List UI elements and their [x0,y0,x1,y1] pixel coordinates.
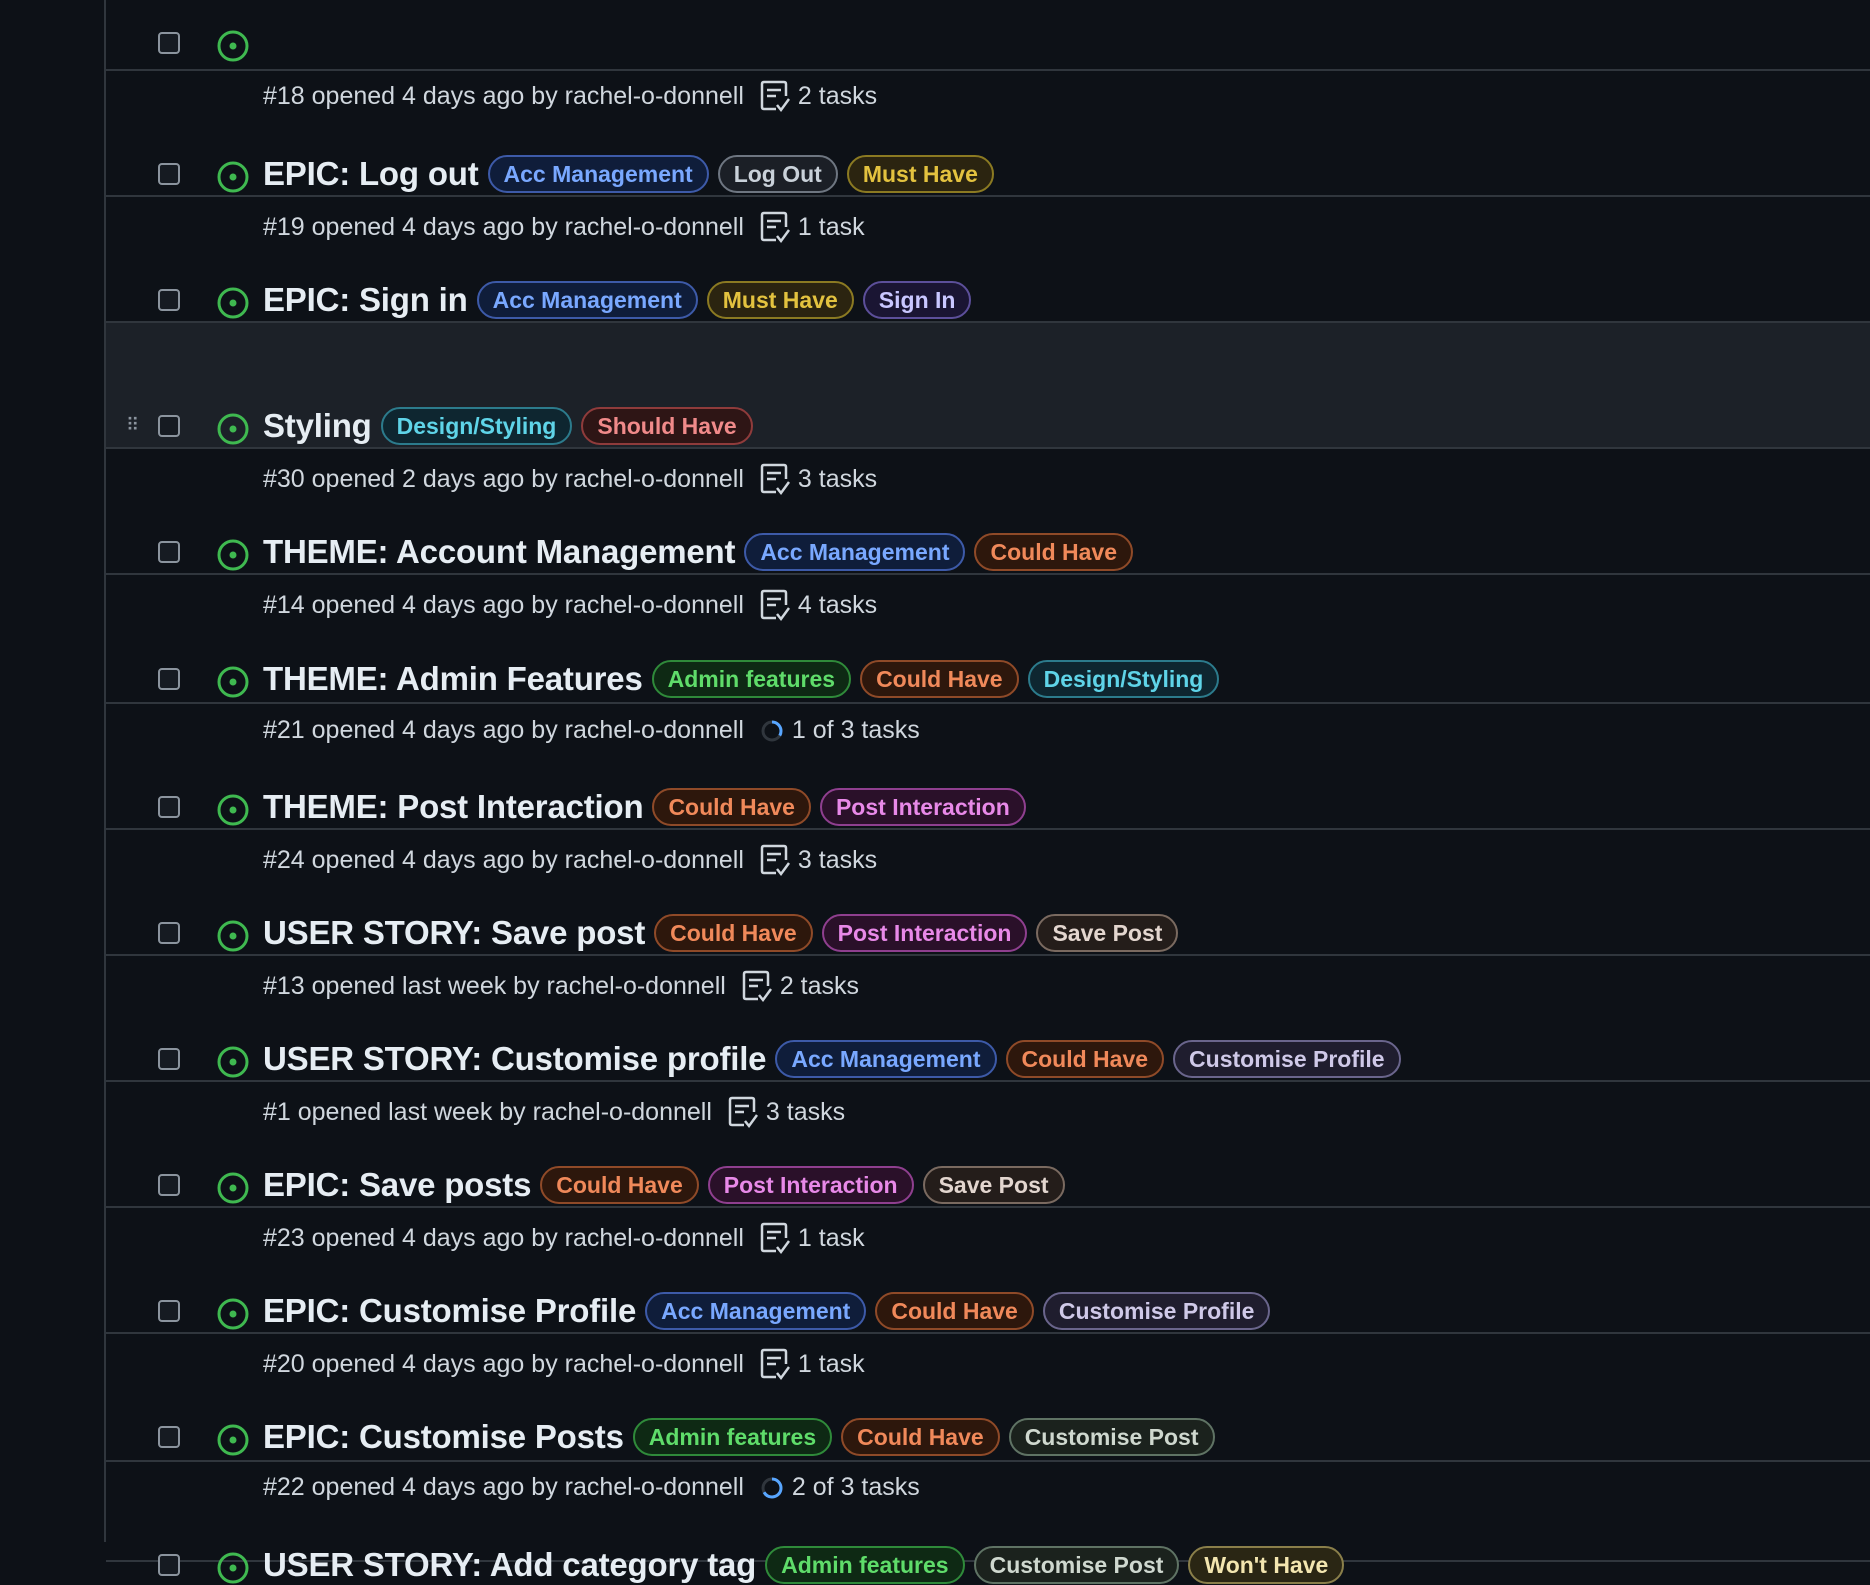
label-customise-post[interactable]: Customise Post [1008,1418,1215,1456]
issue-checkbox[interactable] [158,289,180,311]
issue-open-icon [217,1552,249,1584]
issue-row[interactable]: ⠿ Styling Design/Styling Should Have #30 ope… [106,323,1870,496]
issue-checkbox[interactable] [158,163,180,185]
label-should-have[interactable]: Should Have [581,407,753,445]
label-could-have[interactable]: Could Have [1005,1040,1165,1078]
label-admin-features[interactable]: Admin features [651,660,852,698]
issue-checkbox[interactable] [158,1048,180,1070]
issue-open-icon [217,1046,249,1078]
label-acc-management[interactable]: Acc Management [487,155,709,193]
issue-checkbox[interactable] [158,1174,180,1196]
label-customise-post[interactable]: Customise Post [973,1546,1180,1584]
drag-handle-icon[interactable]: ⠿ [126,416,140,438]
label-could-have[interactable]: Could Have [841,1418,1000,1456]
issue-checkbox[interactable] [158,1426,180,1448]
issue-title-line: EPIC: Customise Profile Acc Management Cou… [263,1292,1279,1330]
label-post-interaction[interactable]: Post Interaction [821,914,1028,952]
label-could-have[interactable]: Could Have [860,660,1019,698]
label-design-styling[interactable]: Design/Styling [1027,660,1220,698]
issue-title-link[interactable]: EPIC: Save posts [263,1166,531,1204]
issue-checkbox[interactable] [158,922,180,944]
issue-title-link[interactable]: THEME: Post Interaction [263,788,644,826]
issue-title-line: USER STORY: Customise profile Acc Managem… [263,1040,1410,1078]
issue-row[interactable]: EPIC: Sign in Acc Management Must Have Sign… [106,197,1870,370]
label-acc-management[interactable]: Acc Management [744,533,966,571]
issue-title-line: USER STORY: Save post Could Have Post Inte… [263,914,1187,952]
issue-title-line: EPIC: Customise Posts Admin features Could… [263,1418,1224,1456]
issue-title-line: EPIC: Sign in Acc Management Must Have Sign… [263,281,980,319]
issue-checkbox[interactable] [158,668,180,690]
label-acc-management[interactable]: Acc Management [645,1292,867,1330]
label-save-post[interactable]: Save Post [922,1166,1065,1204]
issue-title-line: THEME: Admin Features Admin features Could… [263,660,1228,698]
label-post-interaction[interactable]: Post Interaction [819,788,1026,826]
label-customise-profile[interactable]: Customise Profile [1042,1292,1271,1330]
issue-list: #18 opened 4 days ago by rachel-o-donnel… [106,0,1870,1584]
label-could-have[interactable]: Could Have [875,1292,1034,1330]
issue-title-link[interactable]: EPIC: Customise Profile [263,1292,636,1330]
issue-open-icon [217,920,249,952]
label-customise-profile[interactable]: Customise Profile [1173,1040,1401,1078]
issue-row[interactable]: EPIC: Customise Posts Admin features Could… [106,1334,1870,1501]
issue-title-line: THEME: Account Management Acc Management C… [263,533,1142,571]
issue-row[interactable]: EPIC: Log out Acc Management Log Out Must H… [106,71,1870,244]
issue-open-icon [217,413,249,445]
label-sign-in[interactable]: Sign In [862,281,972,319]
label-acc-management[interactable]: Acc Management [775,1040,997,1078]
label-could-have[interactable]: Could Have [652,788,811,826]
issue-open-icon [217,1424,249,1456]
issue-title-link[interactable]: USER STORY: Customise profile [263,1040,767,1078]
issue-checkbox[interactable] [158,32,180,54]
issue-title-link[interactable]: EPIC: Sign in [263,281,468,319]
label-wont-have[interactable]: Won't Have [1188,1546,1345,1584]
issue-row[interactable]: THEME: Admin Features Admin features Could… [106,575,1870,744]
issue-row[interactable]: USER STORY: Save post Could Have Post Inte… [106,830,1870,1003]
issue-row[interactable]: EPIC: Save posts Could Have Post Interacti… [106,1082,1870,1255]
label-admin-features[interactable]: Admin features [765,1546,965,1584]
label-could-have[interactable]: Could Have [540,1166,699,1204]
issue-title-link[interactable]: THEME: Admin Features [263,660,643,698]
issue-open-icon [217,539,249,571]
label-must-have[interactable]: Must Have [706,281,854,319]
issue-row[interactable]: THEME: Account Management Acc Management C… [106,449,1870,622]
label-must-have[interactable]: Must Have [846,155,994,193]
issue-row[interactable]: USER STORY: Add category tag Admin featur… [106,1462,1870,1584]
issue-checkbox[interactable] [158,1554,180,1576]
label-log-out[interactable]: Log Out [717,155,838,193]
issue-title-line: USER STORY: Add category tag Admin featur… [263,1546,1353,1584]
issue-title-link[interactable]: Styling [263,407,372,445]
issue-title-line: EPIC: Save posts Could Have Post Interacti… [263,1166,1074,1204]
issue-row[interactable]: USER STORY: Customise profile Acc Managem… [106,956,1870,1129]
issue-checkbox[interactable] [158,796,180,818]
issue-open-icon [217,287,249,319]
left-gutter [0,0,106,1542]
issue-open-icon [217,1298,249,1330]
label-post-interaction[interactable]: Post Interaction [707,1166,914,1204]
issue-title-line: THEME: Post Interaction Could Have Post In… [263,788,1035,826]
label-design-styling[interactable]: Design/Styling [380,407,573,445]
issue-row[interactable]: EPIC: Customise Profile Acc Management Cou… [106,1208,1870,1381]
issue-title-link[interactable]: EPIC: Log out [263,155,479,193]
issue-row[interactable]: #18 opened 4 days ago by rachel-o-donnel… [106,0,1870,113]
issue-open-icon [217,794,249,826]
issue-title-link[interactable]: USER STORY: Add category tag [263,1546,756,1584]
label-save-post[interactable]: Save Post [1036,914,1179,952]
issue-open-icon [217,30,249,62]
issue-title-line: Styling Design/Styling Should Have [263,407,762,445]
issue-title-link[interactable]: THEME: Account Management [263,533,736,571]
issue-title-link[interactable]: USER STORY: Save post [263,914,645,952]
issue-checkbox[interactable] [158,415,180,437]
issue-checkbox[interactable] [158,1300,180,1322]
issue-open-icon [217,161,249,193]
issue-checkbox[interactable] [158,541,180,563]
label-acc-management[interactable]: Acc Management [476,281,698,319]
label-could-have[interactable]: Could Have [974,533,1134,571]
issue-open-icon [217,1172,249,1204]
issue-row[interactable]: THEME: Post Interaction Could Have Post In… [106,704,1870,877]
label-could-have[interactable]: Could Have [654,914,813,952]
issue-title-link[interactable]: EPIC: Customise Posts [263,1418,624,1456]
issue-open-icon [217,666,249,698]
issue-title-line: EPIC: Log out Acc Management Log Out Must H… [263,155,1003,193]
label-admin-features[interactable]: Admin features [632,1418,833,1456]
